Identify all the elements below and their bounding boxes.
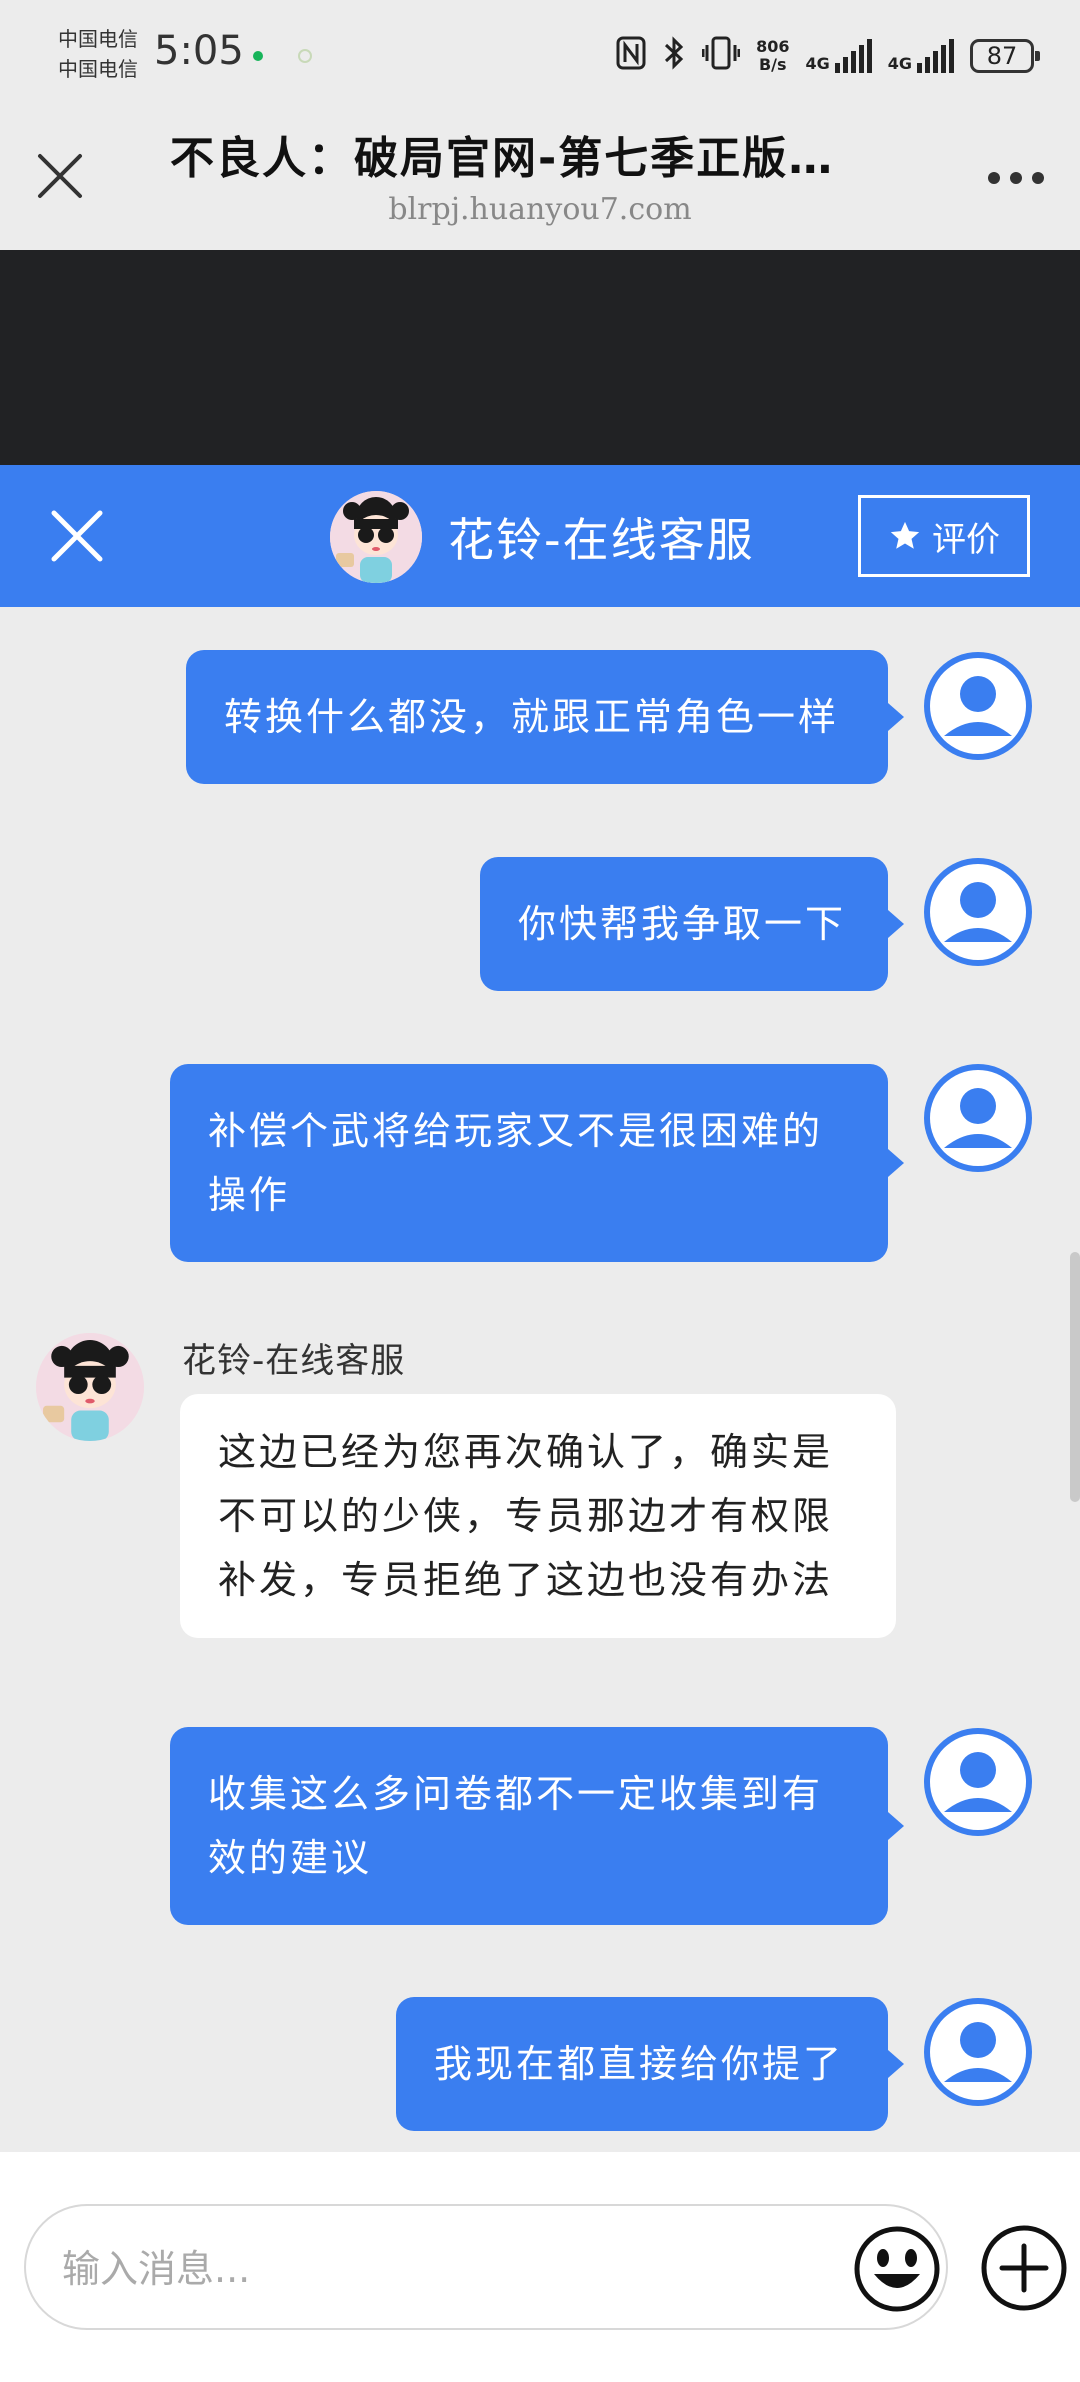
net-speed: 806 B/s	[756, 37, 790, 74]
composer-bar: 输入消息...	[0, 2152, 1080, 2382]
battery-indicator: 87	[970, 39, 1040, 73]
rate-label: 评价	[932, 519, 1000, 560]
nfc-icon	[616, 36, 646, 76]
user-avatar	[924, 1064, 1032, 1172]
user-message-bubble: 补偿个武将给玩家又不是很困难的 操作	[170, 1064, 904, 1262]
notification-dot-icon	[253, 51, 263, 61]
agent-sender-name: 花铃-在线客服	[182, 1341, 406, 1381]
close-icon	[51, 510, 103, 562]
user-avatar-icon	[930, 864, 1026, 960]
plus-icon	[981, 2225, 1067, 2311]
page-title: 不良人：破局官网-第七季正版…	[170, 133, 835, 184]
agent-name: 花铃-在线客服	[448, 513, 755, 567]
carrier-labels: 中国电信 中国电信	[58, 24, 138, 84]
star-icon	[890, 521, 920, 549]
status-time: 5:05	[154, 28, 244, 74]
user-avatar	[924, 858, 1032, 966]
user-avatar-icon	[930, 658, 1026, 754]
message-input-placeholder: 输入消息...	[62, 2247, 251, 2291]
user-message-bubble: 我现在都直接给你提了	[396, 1997, 904, 2131]
chat-message-list[interactable]: 转换什么都没，就跟正常角色一样 你快帮我争取一下 补偿个武将给玩家又不是很困难的…	[0, 607, 1080, 2152]
rate-button[interactable]: 评价	[858, 495, 1030, 577]
carrier-1: 中国电信	[58, 27, 138, 51]
notification-faint-icon	[298, 49, 312, 63]
signal-sim2: 4G	[888, 39, 954, 73]
user-message-bubble: 转换什么都没，就跟正常角色一样	[186, 650, 904, 784]
signal-sim1: 4G	[805, 39, 872, 73]
agent-message-bubble: 这边已经为您再次确认了，确实是 不可以的少侠，专员那边才有权限 补发，专员拒绝了…	[180, 1394, 896, 1638]
more-menu-button[interactable]	[988, 172, 1044, 184]
bluetooth-icon	[662, 35, 686, 77]
user-message-bubble: 收集这么多问卷都不一定收集到有 效的建议	[170, 1727, 904, 1925]
user-avatar	[924, 1998, 1032, 2106]
add-attachment-button[interactable]	[968, 2212, 1080, 2324]
user-avatar	[924, 652, 1032, 760]
user-message-bubble: 你快帮我争取一下	[480, 857, 904, 991]
chat-header: 花铃-在线客服 评价	[0, 465, 1080, 607]
status-bar: 中国电信 中国电信 5:05 806 B/s 4G 4G 87	[0, 0, 1080, 110]
carrier-2: 中国电信	[58, 57, 138, 81]
browser-toolbar: 不良人：破局官网-第七季正版… blrpj.huanyou7.com	[0, 110, 1080, 250]
user-avatar	[924, 1728, 1032, 1836]
agent-info: 花铃-在线客服	[330, 491, 755, 583]
chat-scrollbar[interactable]	[1070, 1252, 1080, 1502]
page-url: blrpj.huanyou7.com	[388, 192, 692, 227]
emoji-button[interactable]	[844, 2216, 950, 2322]
agent-message-avatar	[36, 1333, 144, 1441]
user-avatar-icon	[930, 1070, 1026, 1166]
agent-avatar	[330, 491, 422, 583]
status-icons: 806 B/s 4G 4G 87	[616, 30, 1040, 82]
close-chat-button[interactable]	[48, 507, 106, 565]
message-input[interactable]: 输入消息...	[24, 2204, 948, 2330]
more-dots-icon	[988, 172, 1000, 184]
emoji-icon	[854, 2226, 940, 2312]
user-avatar-icon	[930, 1734, 1026, 1830]
page-dark-area	[0, 250, 1080, 465]
vibrate-icon	[701, 36, 741, 76]
user-avatar-icon	[930, 2004, 1026, 2100]
